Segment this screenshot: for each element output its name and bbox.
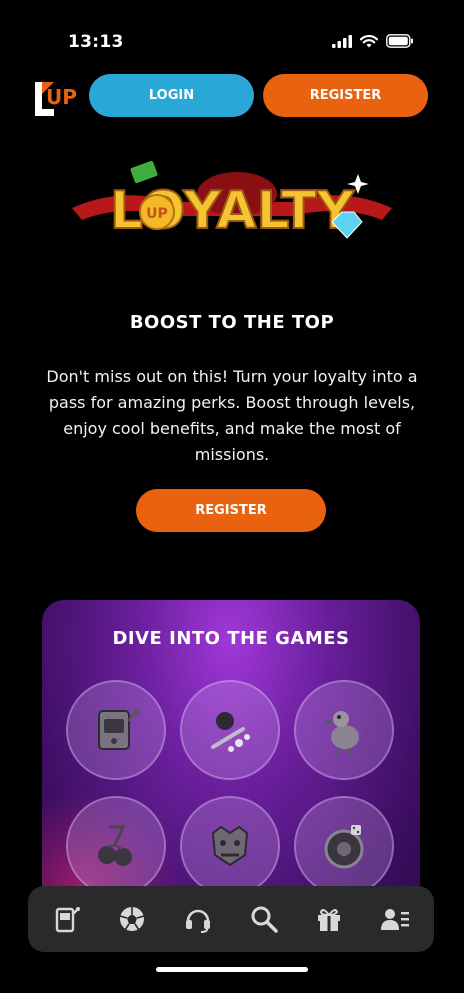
nav-sports[interactable]	[110, 897, 154, 941]
games-title: DIVE INTO THE GAMES	[112, 628, 350, 649]
login-button[interactable]: LOGIN	[89, 74, 254, 117]
game-tile-cherries[interactable]	[66, 796, 166, 896]
profile-icon	[381, 909, 410, 930]
svg-text:UP: UP	[146, 206, 168, 222]
battery-icon	[386, 34, 413, 48]
register-button[interactable]: REGISTER	[136, 489, 326, 532]
cherries-icon	[98, 825, 132, 866]
status-time: 13:13	[68, 32, 124, 52]
home-indicator	[156, 967, 308, 972]
game-tile-dodo[interactable]	[294, 680, 394, 780]
nav-profile[interactable]	[373, 897, 417, 941]
sports-ball-icon	[120, 907, 145, 931]
nav-support[interactable]	[176, 897, 220, 941]
slots-icon	[55, 907, 80, 933]
dragon-mask-icon	[211, 825, 249, 867]
game-tile-roulette[interactable]	[294, 796, 394, 896]
boost-title: BOOST TO THE TOP	[129, 312, 335, 333]
wifi-icon	[360, 34, 378, 47]
logo-icon: UP	[35, 82, 77, 116]
logo[interactable]: UP	[32, 76, 82, 120]
nav-search[interactable]	[242, 897, 286, 941]
status-bar: 13:13	[0, 0, 464, 62]
loyalty-logo-image: LOYALTY UP	[72, 160, 392, 242]
game-tile-dragon[interactable]	[180, 796, 280, 896]
gift-icon	[318, 909, 341, 931]
nav-slots[interactable]	[45, 897, 89, 941]
game-tile-slots[interactable]	[66, 680, 166, 780]
game-tile-pinball[interactable]	[180, 680, 280, 780]
slot-machine-icon	[98, 709, 139, 750]
loyalty-banner: LOYALTY UP	[62, 156, 402, 256]
logo-text: UP	[46, 85, 77, 109]
header: UP LOGIN REGISTER	[0, 70, 464, 122]
bottom-nav	[28, 886, 434, 952]
pinball-icon	[211, 712, 250, 752]
signal-icon	[332, 34, 352, 48]
search-icon	[251, 906, 278, 933]
status-icons	[332, 34, 414, 48]
roulette-icon	[324, 825, 364, 869]
dodo-bird-icon	[323, 711, 359, 756]
boost-description: Don't miss out on this! Turn your loyalt…	[46, 367, 418, 464]
register-button-header[interactable]: REGISTER	[263, 74, 428, 117]
nav-gifts[interactable]	[307, 897, 351, 941]
support-headset-icon	[186, 909, 211, 933]
